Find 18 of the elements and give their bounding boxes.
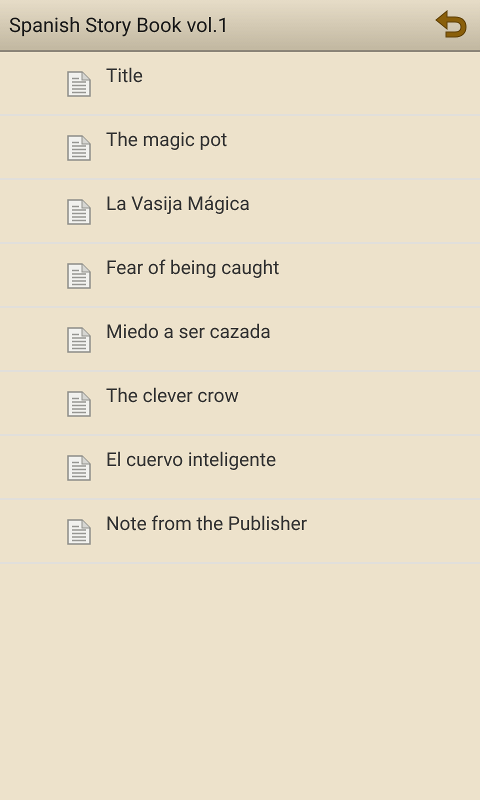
chapter-item[interactable]: Title (0, 52, 480, 116)
document-icon (67, 199, 91, 225)
document-icon (67, 263, 91, 289)
document-icon (67, 455, 91, 481)
document-icon (67, 71, 91, 97)
chapter-item[interactable]: Note from the Publisher (0, 500, 480, 564)
document-icon (67, 135, 91, 161)
chapter-item[interactable]: The clever crow (0, 372, 480, 436)
chapter-item[interactable]: The magic pot (0, 116, 480, 180)
book-title: Spanish Story Book vol.1 (9, 13, 229, 37)
chapter-item[interactable]: El cuervo inteligente (0, 436, 480, 500)
undo-arrow-icon (434, 10, 468, 40)
chapter-item[interactable]: Miedo a ser cazada (0, 308, 480, 372)
document-icon (67, 327, 91, 353)
document-icon (67, 519, 91, 545)
chapter-item[interactable]: Fear of being caught (0, 244, 480, 308)
chapter-item[interactable]: La Vasija Mágica (0, 180, 480, 244)
document-icon (67, 391, 91, 417)
